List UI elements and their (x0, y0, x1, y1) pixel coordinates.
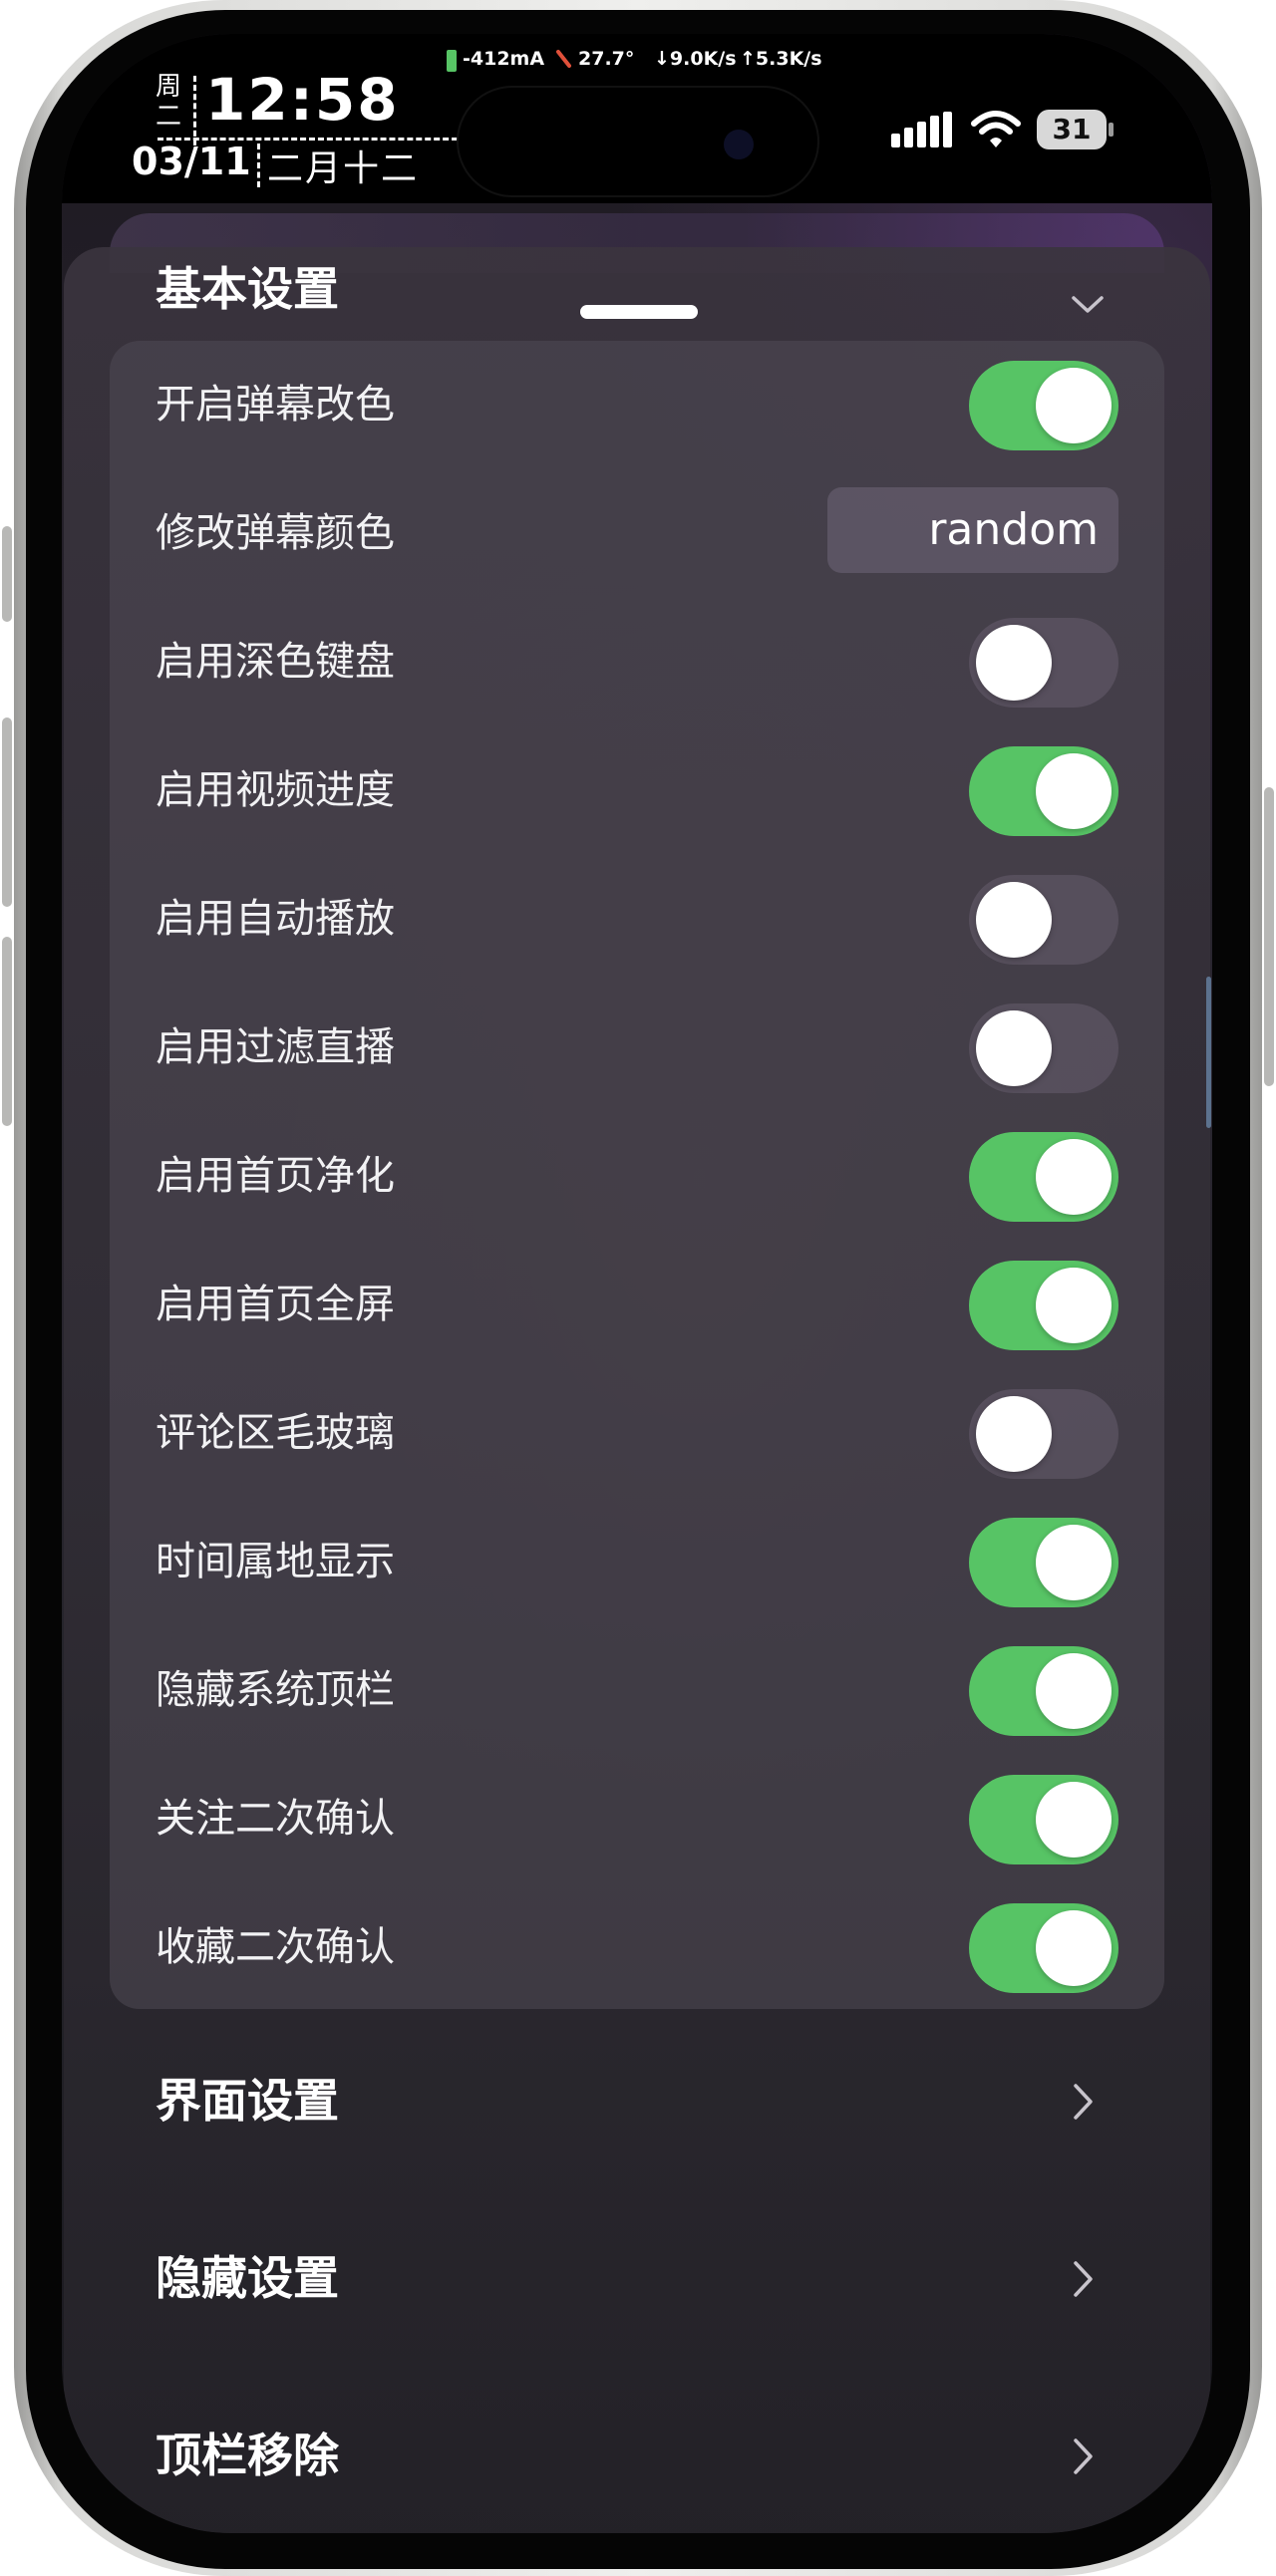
action-button (2, 526, 12, 622)
nav-label: 隐藏设置 (156, 2251, 339, 2305)
setting-label: 启用自动播放 (156, 896, 395, 942)
setting-label: 隐藏系统顶栏 (156, 1667, 395, 1713)
setting-toggle[interactable] (969, 1389, 1118, 1479)
nav-row[interactable]: 隐藏设置 (110, 2218, 1164, 2338)
chevron-right-icon (1073, 2437, 1095, 2475)
chevron-right-icon (1073, 2083, 1095, 2121)
setting-row: 修改弹幕颜色 random (110, 469, 1164, 598)
chevron-right-icon (1073, 2260, 1095, 2298)
setting-label: 时间属地显示 (156, 1539, 395, 1584)
sheet-grabber[interactable] (580, 305, 698, 319)
setting-row: 收藏二次确认 (110, 1883, 1164, 2012)
camera-icon (724, 130, 754, 159)
toggle-knob (976, 1010, 1052, 1086)
setting-row: 开启弹幕改色 (110, 341, 1164, 469)
setting-label: 开启弹幕改色 (156, 382, 395, 428)
nav-label: 顶栏移除 (156, 2429, 339, 2482)
setting-toggle[interactable] (969, 875, 1118, 965)
setting-toggle[interactable] (969, 746, 1118, 836)
volume-up-button (2, 717, 12, 907)
setting-row: 启用过滤直播 (110, 984, 1164, 1112)
lunar-date-label: 二月十二 (267, 148, 420, 189)
wifi-icon (971, 110, 1021, 149)
chevron-down-icon[interactable] (1071, 295, 1105, 315)
setting-toggle[interactable] (969, 1261, 1118, 1350)
setting-row: 启用视频进度 (110, 726, 1164, 855)
battery-icon: 31 (1037, 110, 1115, 149)
setting-toggle[interactable] (969, 1903, 1118, 1993)
toggle-knob (1036, 368, 1112, 443)
setting-toggle[interactable] (969, 1003, 1118, 1093)
clock-time: 12:58 (205, 66, 400, 134)
thermometer-icon (554, 48, 574, 72)
setting-label: 关注二次确认 (156, 1796, 395, 1842)
setting-toggle[interactable] (969, 1646, 1118, 1736)
battery-current: -412mA (463, 48, 545, 70)
setting-label: 启用视频进度 (156, 767, 395, 813)
weekday-divider (193, 76, 197, 145)
toggle-knob (1036, 1782, 1112, 1858)
setting-toggle[interactable] (969, 1775, 1118, 1864)
toggle-knob (1036, 1268, 1112, 1343)
setting-label: 启用首页净化 (156, 1153, 395, 1199)
date-label: 03/11 (132, 140, 251, 183)
power-button (1264, 787, 1274, 1086)
setting-label: 启用首页全屏 (156, 1282, 395, 1327)
setting-label: 启用深色键盘 (156, 639, 395, 685)
toggle-knob (1036, 753, 1112, 829)
setting-row: 启用首页全屏 (110, 1241, 1164, 1369)
battery-level: 31 (1052, 113, 1092, 145)
cellular-signal-icon (891, 112, 953, 147)
screen: 周二 12:58 03/11 二月十二 -412mA 27.7° ↓9.0K/s… (62, 34, 1212, 2533)
battery-charge-icon (447, 50, 457, 72)
setting-label: 收藏二次确认 (156, 1924, 395, 1970)
setting-toggle[interactable] (969, 1518, 1118, 1607)
nav-row[interactable]: 界面设置 (110, 2041, 1164, 2160)
toggle-knob (976, 882, 1052, 958)
toggle-knob (976, 1396, 1052, 1472)
setting-label: 启用过滤直播 (156, 1024, 395, 1070)
temperature: 27.7° (578, 48, 635, 70)
toggle-knob (1036, 1139, 1112, 1215)
section-title-basic-settings[interactable]: 基本设置 (156, 253, 339, 319)
toggle-knob (1036, 1653, 1112, 1729)
status-bar: 周二 12:58 03/11 二月十二 -412mA 27.7° ↓9.0K/s… (62, 34, 1212, 203)
setting-row: 隐藏系统顶栏 (110, 1626, 1164, 1755)
setting-row: 启用自动播放 (110, 855, 1164, 984)
danmaku-color-field[interactable]: random (827, 487, 1118, 573)
setting-row: 关注二次确认 (110, 1755, 1164, 1883)
toggle-knob (1036, 1525, 1112, 1600)
net-down-speed: ↓9.0K/s (654, 48, 737, 70)
setting-row: 启用深色键盘 (110, 598, 1164, 726)
setting-toggle[interactable] (969, 1132, 1118, 1222)
toggle-knob (976, 625, 1052, 701)
scroll-indicator[interactable] (1206, 977, 1211, 1128)
dynamic-island (457, 86, 819, 197)
setting-row: 启用首页净化 (110, 1112, 1164, 1241)
setting-label: 修改弹幕颜色 (156, 510, 395, 556)
nav-label: 界面设置 (156, 2074, 339, 2128)
setting-label: 评论区毛玻璃 (156, 1410, 395, 1456)
settings-card: 开启弹幕改色 修改弹幕颜色 random 启用深色键盘 启用视频进度 启用自动播放 启用过滤… (110, 341, 1164, 2009)
setting-toggle[interactable] (969, 618, 1118, 708)
weekday-label: 周二 (156, 72, 182, 132)
toggle-knob (1036, 1910, 1112, 1986)
setting-toggle[interactable] (969, 361, 1118, 450)
net-up-speed: ↑5.3K/s (740, 48, 822, 70)
setting-row: 评论区毛玻璃 (110, 1369, 1164, 1498)
volume-down-button (2, 937, 12, 1126)
nav-row[interactable]: 顶栏移除 (110, 2396, 1164, 2515)
setting-row: 时间属地显示 (110, 1498, 1164, 1626)
date-lunar-divider (257, 143, 261, 187)
